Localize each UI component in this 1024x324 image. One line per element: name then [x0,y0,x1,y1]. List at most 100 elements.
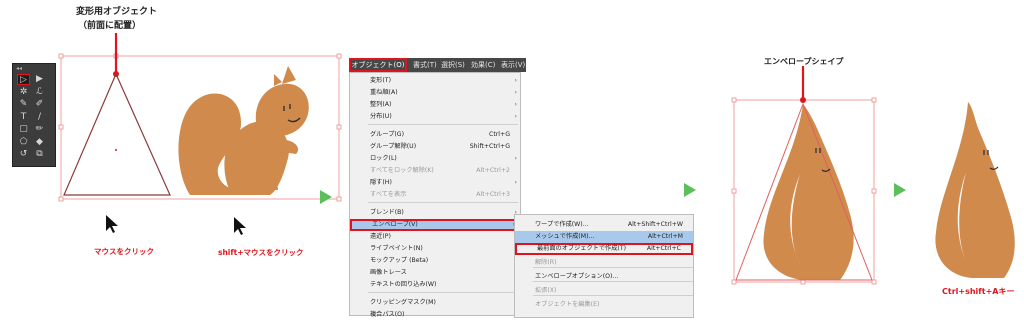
chevron-right-icon: › [514,101,517,108]
chevron-right-icon: › [514,77,517,84]
menu-item-label: テキストの回り込み(W) [370,281,437,288]
menu-item-label: 拡張(X) [535,287,557,294]
object-menu-item: すべてを表示 Alt+Ctrl+3 [350,189,520,201]
eraser-tool-icon[interactable]: ◆ [33,137,46,148]
pointer-dot [800,97,806,103]
menu-item-label: モックアップ (Beta) [370,257,429,264]
tools-panel: ◂◂ ▷ ▶ ✲ ℒ ✎ ✐ T / ▢ ✏ ⬠ ◆ ↺ ⧉ [12,63,56,167]
magic-wand-tool-icon[interactable]: ✲ [17,87,30,98]
object-menu-item[interactable]: グループ解除(U) Shift+Ctrl+G [350,141,520,153]
menu-item-label: エンベロープ(V) [372,221,418,228]
menu-item-shortcut: Shift+Ctrl+G [469,143,510,150]
menu-item-label: 分布(U) [370,113,392,120]
panel-grip-icon[interactable]: ◂◂ [16,65,22,72]
direct-selection-tool-icon[interactable]: ▶ [33,74,46,85]
menu-view[interactable]: 表示(V) [501,58,525,72]
object-menu-item[interactable]: モックアップ (Beta)› [350,255,520,267]
object-menu-item[interactable]: エンベロープ(V)› [350,219,520,231]
menu-item-label: 遠近(P) [370,233,391,240]
menu-item-label: 変形(T) [370,77,391,84]
object-menu-item[interactable]: 隠す(H) › [350,177,520,189]
object-menu-item[interactable]: 遠近(P)› [350,231,520,243]
menu-separator [368,292,518,293]
object-menu-item[interactable]: ロック(L) › [350,153,520,165]
menu-item-label: グループ(G) [370,131,405,138]
menu-item-shortcut: Alt+Ctrl+2 [476,167,510,174]
selection-tool-icon[interactable]: ▷ [17,74,30,85]
object-menu-item[interactable]: 整列(A) › [350,99,520,111]
next-step-arrow-icon [684,183,696,197]
menu-item-label: エンベロープオプション(O)... [535,273,619,280]
object-menu-item[interactable]: 分布(U) › [350,111,520,123]
object-menu-item[interactable]: 重ね順(A) › [350,87,520,99]
object-menu-item[interactable]: テキストの回り込み(W)› [350,279,520,291]
object-menu-item[interactable]: クリッピングマスク(M)› [350,297,520,309]
menu-item-label: メッシュで作成(M)... [535,233,595,240]
caption-click: マウスをクリック [94,247,154,256]
envelope-submenu: ワープで作成(W)... Alt+Shift+Ctrl+W メッシュで作成(M)..… [514,214,694,318]
lasso-tool-icon[interactable]: ℒ [33,87,46,98]
caption-shortcut: Ctrl+shift+Aキー [942,287,1015,296]
envelope-menu-item[interactable]: メッシュで作成(M)... Alt+Ctrl+M [515,231,693,243]
warped-squirrel [763,104,854,280]
paintbrush-tool-icon[interactable]: ✏ [33,124,46,135]
rotate-tool-icon[interactable]: ↺ [17,149,30,160]
chevron-right-icon: › [514,179,517,186]
chevron-right-icon: › [514,113,517,120]
caption-shift-click: shift+マウスをクリック [218,248,304,257]
triangle-shape [63,72,171,196]
next-step-arrow-icon [894,183,906,197]
line-tool-icon[interactable]: / [33,112,46,123]
rectangle-tool-icon[interactable]: ▢ [17,124,30,135]
object-menu-item[interactable]: 複合パス(O)› [350,309,520,321]
center-point [115,149,117,151]
arrow-cursor-icon [234,217,246,235]
menu-item-shortcut: Alt+Shift+Ctrl+W [627,221,683,228]
scale-tool-icon[interactable]: ⧉ [33,149,46,160]
menu-effect[interactable]: 効果(C) [471,58,495,72]
envelope-menu-item[interactable]: 最前面のオブジェクトで作成(T) Alt+Ctrl+C [515,243,693,255]
menu-item-shortcut: Ctrl+G [489,131,510,138]
envelope-menu-item[interactable]: ワープで作成(W)... Alt+Shift+Ctrl+W [515,219,693,231]
menu-item-label: 複合パス(O) [370,311,405,318]
menu-item-label: ブレンド(B) [370,209,404,216]
step1-title: 変形用オブジェクト [76,7,158,17]
object-menu: 変形(T) › 重ね順(A) › 整列(A) › 分布(U) › グループ(G) Ctrl+G グル… [349,72,521,318]
curvature-tool-icon[interactable]: ✐ [33,99,46,110]
envelope-menu-item: オブジェクトを編集(E) [515,299,693,311]
menu-type[interactable]: 書式(T) [413,58,437,72]
cursor-right [232,216,248,240]
menu-separator [368,202,518,203]
step1-artboard [58,33,342,202]
menu-item-label: グループ解除(U) [370,143,417,150]
pen-tool-icon[interactable]: ✎ [17,99,30,110]
envelope-menu-item: 解除(R) [515,257,693,269]
menu-bar: オブジェクト(O) 書式(T) 選択(S) 効果(C) 表示(V) [349,58,526,72]
arrow-cursor-icon [106,215,118,233]
menu-item-label: ロック(L) [370,155,397,162]
chevron-right-icon: › [514,89,517,96]
menu-item-label: クリッピングマスク(M) [370,299,436,306]
object-menu-item[interactable]: 画像トレース› [350,267,520,279]
menu-item-label: 隠す(H) [370,179,392,186]
menu-item-label: オブジェクトを編集(E) [535,301,600,308]
object-menu-item: すべてをロック解除(K) Alt+Ctrl+2 [350,165,520,177]
object-menu-item[interactable]: ブレンド(B) › [350,207,520,219]
menu-select[interactable]: 選択(S) [441,58,465,72]
step3-artboard [731,66,877,285]
object-menu-item[interactable]: グループ(G) Ctrl+G [350,129,520,141]
type-tool-icon[interactable]: T [17,112,30,123]
cursor-left [104,214,120,238]
menu-item-label: 画像トレース [370,269,407,276]
squirrel-illustration [178,66,309,195]
menu-item-shortcut: Alt+Ctrl+3 [476,191,510,198]
menu-object[interactable]: オブジェクト(O) [349,58,407,72]
object-menu-item[interactable]: ライブペイント(N)› [350,243,520,255]
menu-separator [368,124,518,125]
result-squirrel [935,102,1015,278]
object-menu-item[interactable]: 変形(T) › [350,75,520,87]
menu-item-label: 整列(A) [370,101,392,108]
envelope-menu-item[interactable]: エンベロープオプション(O)... [515,271,693,283]
shaper-tool-icon[interactable]: ⬠ [17,137,30,148]
menu-item-label: すべてをロック解除(K) [370,167,434,174]
